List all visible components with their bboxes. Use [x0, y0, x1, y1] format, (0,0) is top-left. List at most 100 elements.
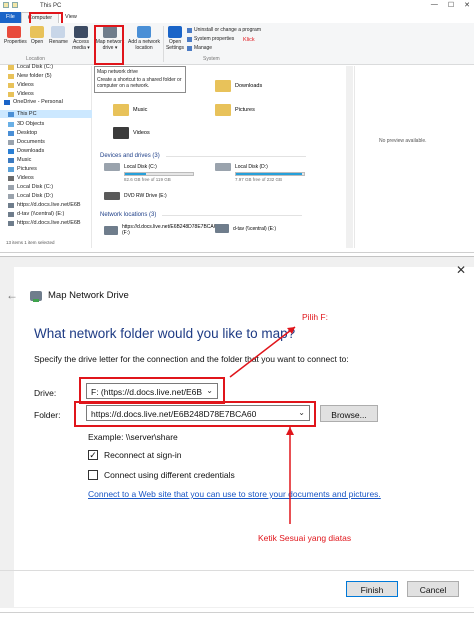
explorer-titlebar: This PC — ☐ ✕	[0, 0, 474, 12]
access-media-button[interactable]: Access media ▾	[72, 26, 90, 51]
nav-item[interactable]: Downloads	[8, 147, 44, 155]
different-credentials-checkbox[interactable]: Connect using different credentials	[88, 470, 235, 480]
nav-item[interactable]: Desktop	[8, 129, 37, 137]
media-icon	[74, 26, 88, 38]
checkbox-reconnect[interactable]: ✓	[88, 450, 98, 460]
folder-icon	[8, 91, 14, 97]
highlight-drive-select	[79, 377, 225, 404]
status-bar: 13 items 1 item selected	[6, 240, 55, 245]
drive-dvd[interactable]: DVD RW Drive (E:)	[104, 192, 167, 200]
devices-header[interactable]: Devices and drives (3)	[100, 153, 306, 159]
dialog-footer-divider	[0, 570, 474, 571]
manage-icon	[187, 45, 192, 51]
network-drive-icon	[104, 225, 118, 235]
music-icon	[8, 157, 14, 163]
folder-icon	[3, 2, 9, 8]
folder-downloads[interactable]: Downloads	[215, 80, 262, 92]
nav-item[interactable]: Videos	[8, 174, 34, 182]
nav-item[interactable]: d-tav (\\central) (E:)	[8, 210, 64, 218]
document-icon	[8, 139, 14, 145]
network-drive-icon	[8, 220, 14, 226]
folder-icon	[215, 104, 231, 116]
network-location-item[interactable]: d-tav (\\central) (E:)	[215, 224, 276, 233]
uninstall-button[interactable]: Uninstall or change a program	[187, 27, 261, 33]
scrollbar[interactable]	[346, 66, 353, 248]
nav-item-this-pc[interactable]: This PC	[0, 110, 92, 118]
cube-icon	[8, 121, 14, 127]
folder-icon	[12, 2, 18, 8]
nav-item-onedrive[interactable]: OneDrive - Personal	[4, 98, 63, 106]
drive-d[interactable]: Local Disk (D:) 7.97 GB free of 232 GB	[215, 163, 305, 182]
system-properties-button[interactable]: System properties	[187, 36, 234, 42]
drive-icon	[8, 193, 14, 199]
ribbon: Properties Open Rename Access media ▾ Ma…	[0, 23, 474, 65]
folder-music[interactable]: Music	[113, 104, 147, 116]
annotation-klick: Klick	[243, 37, 255, 43]
nav-item[interactable]: Pictures	[8, 165, 37, 173]
ribbon-divider	[163, 26, 164, 62]
browse-button[interactable]: Browse...	[320, 405, 378, 422]
open-button[interactable]: Open	[29, 26, 45, 45]
nav-item[interactable]: Videos	[8, 90, 34, 98]
dialog-heading: What network folder would you like to ma…	[34, 326, 296, 341]
folder-pictures[interactable]: Pictures	[215, 104, 255, 116]
dialog-instruction: Specify the drive letter for the connect…	[34, 354, 349, 364]
close-icon[interactable]: ✕	[464, 1, 470, 9]
drive-usage-fill	[236, 173, 302, 175]
dialog-title: Map Network Drive	[30, 290, 129, 302]
folder-label: Folder:	[34, 410, 61, 420]
close-icon[interactable]: ✕	[456, 263, 466, 277]
cancel-button[interactable]: Cancel	[407, 581, 459, 597]
nav-item[interactable]: New folder (5)	[8, 72, 52, 80]
nav-item[interactable]: 3D Objects	[8, 120, 44, 128]
rename-icon	[51, 26, 65, 38]
map-network-drive-dialog: ✕	[0, 256, 474, 608]
drive-usage-fill	[125, 173, 147, 175]
ribbon-tabs: File Computer View	[0, 12, 474, 23]
dvd-icon	[104, 192, 120, 200]
rename-button[interactable]: Rename	[49, 26, 68, 45]
folder-videos[interactable]: Videos	[113, 127, 150, 139]
back-arrow-icon[interactable]: ←	[6, 288, 18, 302]
annotation-pilih: Pilih F:	[302, 312, 328, 322]
nav-item[interactable]: Videos	[8, 81, 34, 89]
web-site-link[interactable]: Connect to a Web site that you can use t…	[88, 489, 381, 499]
maximize-icon[interactable]: ☐	[448, 1, 454, 9]
quick-access-toolbar[interactable]	[3, 2, 18, 8]
nav-item[interactable]: https://d.docs.live.net/E6B	[8, 201, 81, 209]
dialog-body	[14, 267, 474, 607]
nav-item[interactable]: https://d.docs.live.net/E6B	[8, 219, 81, 227]
annotation-ketik: Ketik Sesuai yang diatas	[258, 533, 352, 543]
drive-icon	[104, 163, 120, 171]
nav-item[interactable]: Local Disk (C:)	[8, 183, 53, 191]
add-network-location-button[interactable]: Add a network location	[127, 26, 161, 51]
nav-item[interactable]: Local Disk (C:)	[8, 63, 53, 71]
drive-c[interactable]: Local Disk (C:) 82.6 GB free of 119 GB	[104, 163, 194, 182]
preview-pane: No preview available.	[354, 66, 474, 248]
finish-button[interactable]: Finish	[346, 581, 398, 597]
nav-item[interactable]: Documents	[8, 138, 45, 146]
network-drive-icon	[8, 202, 14, 208]
minimize-icon[interactable]: —	[431, 1, 438, 9]
drive-label: Drive:	[34, 388, 57, 398]
checkbox-credentials[interactable]	[88, 470, 98, 480]
drive-icon	[8, 184, 14, 190]
ribbon-group-system: System	[203, 56, 220, 62]
properties-button[interactable]: Properties	[4, 26, 27, 45]
network-locations-header[interactable]: Network locations (3)	[100, 212, 302, 218]
folder-icon	[8, 73, 14, 79]
network-location-item[interactable]: https://d.docs.live.net/E6B248D78E7BCA60…	[104, 224, 219, 236]
program-icon	[187, 27, 192, 33]
file-explorer-window: This PC — ☐ ✕ File Computer View Propert…	[0, 0, 474, 253]
manage-button[interactable]: Manage	[187, 45, 212, 51]
open-settings-button[interactable]: Open Settings	[165, 26, 185, 51]
network-drive-icon	[8, 211, 14, 217]
tab-file[interactable]: File	[0, 12, 21, 23]
navigation-pane: Local Disk (C:) New folder (5) Videos Vi…	[0, 63, 92, 248]
nav-item[interactable]: Music	[8, 156, 31, 164]
cloud-icon	[4, 99, 10, 105]
gear-icon	[168, 26, 182, 38]
drive-icon	[215, 163, 231, 171]
nav-item[interactable]: Local Disk (D:)	[8, 192, 53, 200]
reconnect-checkbox[interactable]: ✓ Reconnect at sign-in	[88, 450, 182, 460]
